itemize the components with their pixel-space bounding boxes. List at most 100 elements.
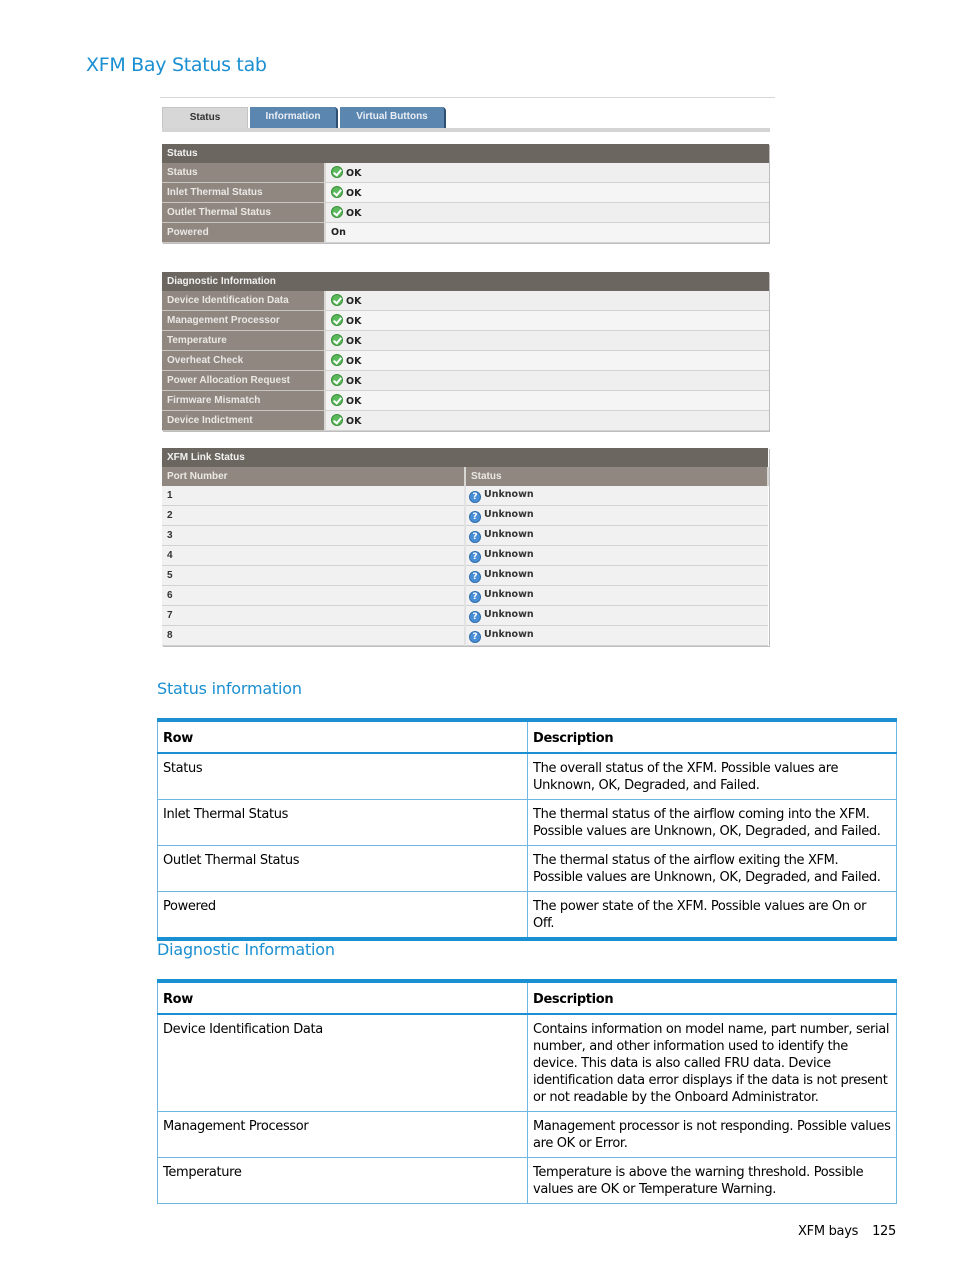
ok-icon [331, 186, 343, 198]
row-label: Outlet Thermal Status [162, 202, 326, 223]
port-number: 6 [162, 585, 466, 606]
row-label: Firmware Mismatch [162, 390, 326, 411]
ok-icon [331, 206, 343, 218]
diagnostic-panel: Diagnostic Information Device Identifica… [162, 272, 769, 431]
port-status: Unknown [484, 568, 534, 580]
status-row: Outlet Thermal Status OK [162, 202, 769, 223]
row-description: Contains information on model name, part… [527, 1013, 897, 1112]
row-name: Device Identification Data [157, 1013, 528, 1112]
row-name: Temperature [157, 1157, 528, 1204]
row-label: Status [162, 163, 326, 183]
unknown-icon: ? [469, 630, 481, 643]
link-row: 4 ? Unknown [162, 545, 768, 566]
row-name: Powered [157, 891, 528, 941]
section-title: XFM Bay Status tab [86, 54, 267, 76]
port-status: Unknown [484, 588, 534, 600]
row-value: OK [346, 296, 362, 307]
diagnostic-row: Device Indictment OK [162, 410, 769, 431]
table-row: Status The overall status of the XFM. Po… [157, 752, 897, 800]
row-value: OK [346, 316, 362, 327]
row-name: Status [157, 752, 528, 800]
row-label: Inlet Thermal Status [162, 182, 326, 203]
link-row: 3 ? Unknown [162, 525, 768, 546]
ok-icon [331, 394, 343, 406]
panel-title: XFM Link Status [162, 448, 768, 467]
row-description: The thermal status of the airflow exitin… [527, 845, 897, 892]
footer-section: XFM bays [798, 1224, 859, 1239]
table-row: Powered The power state of the XFM. Poss… [157, 891, 897, 941]
row-value: OK [346, 396, 362, 407]
ok-icon [331, 166, 343, 178]
row-name: Inlet Thermal Status [157, 799, 528, 846]
tab-virtual-buttons[interactable]: Virtual Buttons [340, 107, 446, 129]
diagnostic-row: Firmware Mismatch OK [162, 390, 769, 411]
port-number: 4 [162, 545, 466, 566]
row-label: Overheat Check [162, 350, 326, 371]
page-number: 125 [872, 1224, 896, 1239]
port-number: 8 [162, 625, 466, 646]
status-row: Powered On [162, 222, 769, 243]
panel-title: Diagnostic Information [162, 272, 769, 291]
unknown-icon: ? [469, 530, 481, 543]
row-value: OK [346, 376, 362, 387]
diagnostic-information-heading: Diagnostic Information [157, 940, 335, 959]
row-label: Power Allocation Request [162, 370, 326, 391]
row-name: Management Processor [157, 1111, 528, 1158]
ok-icon [331, 414, 343, 426]
row-label: Device Identification Data [162, 291, 326, 311]
row-label: Temperature [162, 330, 326, 351]
row-value: OK [346, 416, 362, 427]
column-header-row: Row [157, 718, 528, 754]
diagnostic-information-table: Row Description Device Identification Da… [157, 979, 897, 1204]
status-row: Inlet Thermal Status OK [162, 182, 769, 203]
port-number: 2 [162, 505, 466, 526]
divider [160, 97, 775, 98]
unknown-icon: ? [469, 590, 481, 603]
row-value: OK [346, 208, 362, 219]
diagnostic-row: Temperature OK [162, 330, 769, 351]
status-information-heading: Status information [157, 679, 302, 698]
port-number: 1 [162, 486, 466, 506]
row-description: The thermal status of the airflow coming… [527, 799, 897, 846]
row-label: Management Processor [162, 310, 326, 331]
unknown-icon: ? [469, 490, 481, 503]
port-number: 7 [162, 605, 466, 626]
row-value: OK [346, 168, 362, 179]
ok-icon [331, 354, 343, 366]
diagnostic-row: Management Processor OK [162, 310, 769, 331]
diagnostic-row: Device Identification Data OK [162, 291, 769, 311]
row-description: The overall status of the XFM. Possible … [527, 752, 897, 800]
ok-icon [331, 334, 343, 346]
status-row: Status OK [162, 163, 769, 183]
diagnostic-row: Overheat Check OK [162, 350, 769, 371]
tab-information[interactable]: Information [250, 107, 338, 129]
column-header-port: Port Number [162, 467, 466, 486]
ok-icon [331, 314, 343, 326]
unknown-icon: ? [469, 510, 481, 523]
table-row: Temperature Temperature is above the war… [157, 1157, 897, 1204]
xfm-bay-screenshot: Status Information Virtual Buttons Statu… [160, 97, 775, 657]
row-name: Outlet Thermal Status [157, 845, 528, 892]
column-header-row: Row [157, 979, 528, 1015]
status-information-table: Row Description Status The overall statu… [157, 718, 897, 941]
port-status: Unknown [484, 628, 534, 640]
row-description: Temperature is above the warning thresho… [527, 1157, 897, 1204]
table-row: Device Identification Data Contains info… [157, 1013, 897, 1112]
column-header-status: Status [465, 467, 769, 486]
tab-bar: Status Information Virtual Buttons [162, 107, 446, 129]
tab-status[interactable]: Status [162, 107, 248, 129]
unknown-icon: ? [469, 570, 481, 583]
link-row: 7 ? Unknown [162, 605, 768, 626]
table-row: Management Processor Management processo… [157, 1111, 897, 1158]
ok-icon [331, 294, 343, 306]
unknown-icon: ? [469, 610, 481, 623]
status-panel: Status Status OK Inlet Thermal Status OK… [162, 144, 769, 243]
row-description: The power state of the XFM. Possible val… [527, 891, 897, 941]
port-status: Unknown [484, 508, 534, 520]
table-row: Outlet Thermal Status The thermal status… [157, 845, 897, 892]
link-row: 8 ? Unknown [162, 625, 768, 646]
link-row: 5 ? Unknown [162, 565, 768, 586]
port-status: Unknown [484, 488, 534, 500]
table-row: Inlet Thermal Status The thermal status … [157, 799, 897, 846]
page-footer: XFM bays 125 [798, 1224, 896, 1239]
